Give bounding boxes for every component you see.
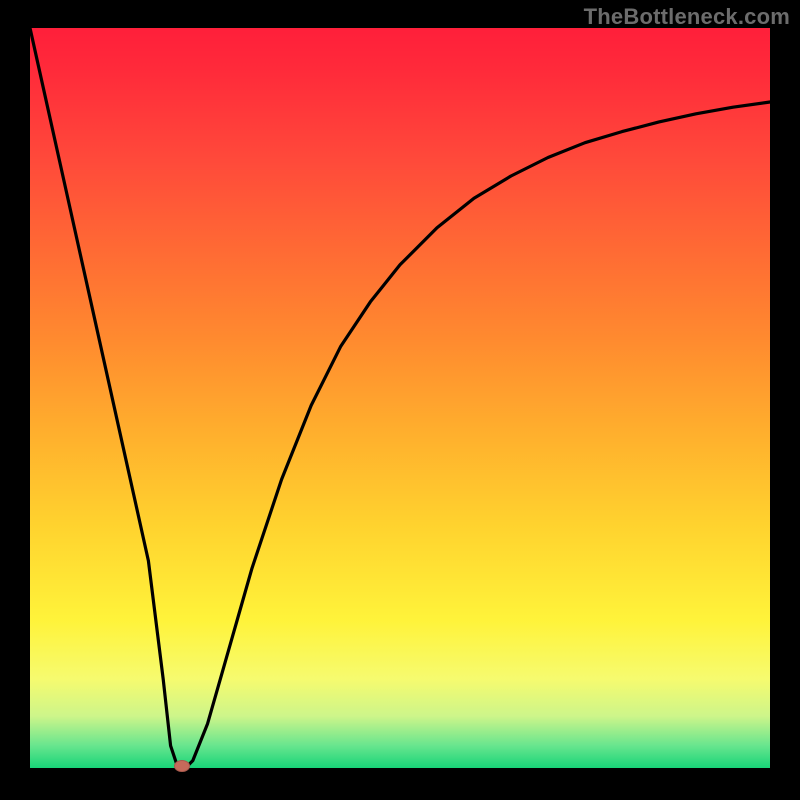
bottleneck-curve xyxy=(30,28,770,768)
chart-frame: TheBottleneck.com xyxy=(0,0,800,800)
watermark-text: TheBottleneck.com xyxy=(584,4,790,30)
minimum-marker xyxy=(174,760,190,772)
